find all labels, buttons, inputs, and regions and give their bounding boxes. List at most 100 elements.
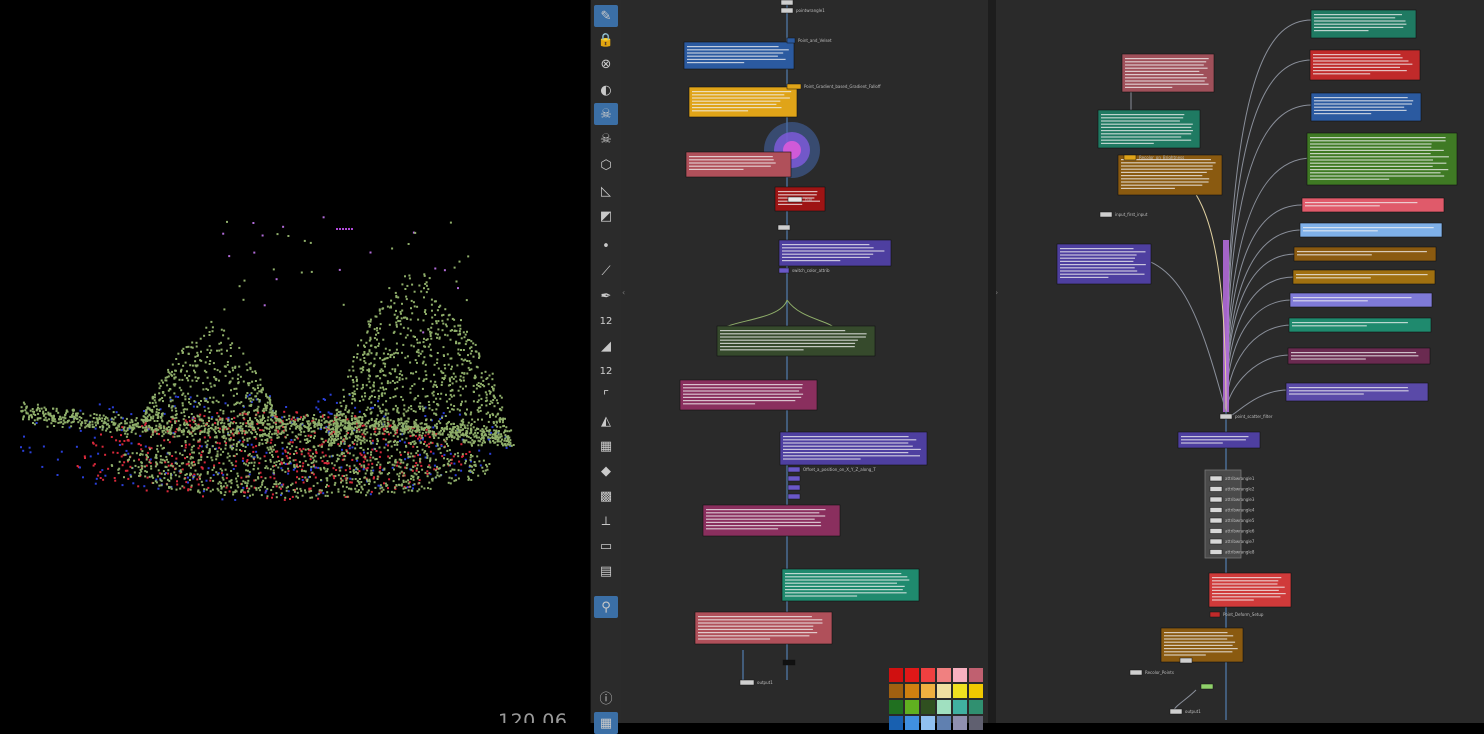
color-swatch[interactable] <box>953 668 967 682</box>
color-swatch[interactable] <box>889 668 903 682</box>
sticky-note[interactable] <box>1287 347 1431 365</box>
network-node[interactable]: Offset_a_position_on_X_Y_Z_along_T <box>787 466 876 473</box>
network-node[interactable] <box>1179 657 1193 664</box>
paint-icon[interactable]: ◢ <box>594 335 618 357</box>
color-swatch[interactable] <box>905 684 919 698</box>
color-swatch[interactable] <box>937 668 951 682</box>
network-node[interactable] <box>787 484 801 491</box>
network-node[interactable]: point_scatter_filter <box>1219 413 1273 420</box>
sticky-note-purple[interactable] <box>778 239 892 267</box>
network-node[interactable]: Point_and_Velset <box>786 37 832 44</box>
sticky-note-rose[interactable] <box>694 611 833 645</box>
network-node[interactable] <box>787 493 801 500</box>
sticky-note-green[interactable] <box>716 325 876 357</box>
network-node[interactable]: attribwrangle3 <box>1209 496 1255 503</box>
sticky-note[interactable] <box>1292 269 1436 285</box>
sticky-note[interactable] <box>1299 222 1443 238</box>
color-swatch[interactable] <box>953 700 967 714</box>
color-swatch[interactable] <box>921 684 935 698</box>
network-node[interactable]: Point_Gradient_based_Gradient_Falloff <box>786 83 881 90</box>
color-swatch[interactable] <box>921 716 935 730</box>
sticky-note[interactable] <box>1289 292 1433 308</box>
sticky-note[interactable] <box>1301 197 1445 213</box>
close-circle-icon[interactable]: ⊗ <box>594 53 618 75</box>
checker-icon[interactable]: ▦ <box>594 435 618 457</box>
color-swatch[interactable] <box>969 716 983 730</box>
point-icon[interactable]: • <box>594 235 618 257</box>
sphere-icon[interactable]: ◐ <box>594 79 618 101</box>
sticky-note-orange[interactable] <box>1160 627 1244 663</box>
terrain-icon[interactable]: ▩ <box>594 485 618 507</box>
network-node[interactable] <box>1200 683 1214 690</box>
color-swatch[interactable] <box>969 668 983 682</box>
collapse-left-arrow-icon[interactable]: ‹ <box>622 288 625 297</box>
sticky-note-purple[interactable] <box>1177 431 1261 449</box>
color-swatch[interactable] <box>937 684 951 698</box>
skull-display-icon[interactable]: ☠ <box>594 103 618 125</box>
sticky-note-rose[interactable] <box>1121 53 1215 93</box>
3d-viewport[interactable]: 120.06 <box>0 0 590 723</box>
sticky-note[interactable] <box>1293 246 1437 262</box>
sticky-note-magenta[interactable] <box>702 504 841 537</box>
color-swatch[interactable] <box>953 684 967 698</box>
network-node[interactable]: Point_Deform_Setup <box>1209 611 1264 618</box>
network-editor-left[interactable]: pointwrangle1 Point_and_Velset Point_Gradi… <box>621 0 988 723</box>
sticky-note-teal[interactable] <box>1097 109 1201 149</box>
color-swatch[interactable] <box>921 668 935 682</box>
network-node[interactable]: pointwrangle1 <box>780 7 825 14</box>
point-number-icon[interactable]: 12 <box>594 310 618 332</box>
network-node[interactable]: Recolor_on_Brightness <box>1123 154 1184 161</box>
color-swatch[interactable] <box>969 700 983 714</box>
sticky-note-purple[interactable] <box>779 431 928 466</box>
sticky-note[interactable] <box>1310 9 1417 39</box>
frame-icon[interactable]: ▭ <box>594 535 618 557</box>
panel-splitter[interactable] <box>988 0 996 723</box>
mesh-display-icon[interactable]: ⬡ <box>594 154 618 176</box>
sticky-note[interactable] <box>1288 317 1432 333</box>
cube-icon[interactable]: ◆ <box>594 460 618 482</box>
brush-icon[interactable]: ⟋ <box>594 260 618 282</box>
color-swatch[interactable] <box>889 716 903 730</box>
lock-icon[interactable]: 🔒 <box>594 29 618 51</box>
color-swatch[interactable] <box>921 700 935 714</box>
color-swatch[interactable] <box>937 716 951 730</box>
sticky-note-rose[interactable] <box>685 151 792 178</box>
sticky-note-purple[interactable] <box>1056 243 1152 285</box>
network-node[interactable]: attribwrangle7 <box>1209 538 1255 545</box>
pen-icon[interactable]: ✒ <box>594 285 618 307</box>
sticky-note-orange[interactable] <box>1117 154 1223 196</box>
image-icon[interactable]: ▤ <box>594 560 618 582</box>
network-node[interactable]: null <box>787 196 812 203</box>
collapse-right-arrow-icon[interactable]: › <box>996 288 998 297</box>
color-swatch[interactable] <box>889 700 903 714</box>
color-swatch[interactable] <box>905 668 919 682</box>
point-cloud[interactable] <box>0 0 590 723</box>
network-node[interactable] <box>782 659 796 666</box>
sticky-note[interactable] <box>1306 132 1458 186</box>
network-editor-right[interactable]: Recolor_on_Brightness input_first_inputpo… <box>996 0 1484 723</box>
camera-view-icon[interactable]: ◺ <box>594 180 618 202</box>
node-graph-left[interactable]: pointwrangle1 Point_and_Velset Point_Gradi… <box>621 0 988 723</box>
color-swatch[interactable] <box>953 716 967 730</box>
network-node[interactable]: output1 <box>739 679 773 686</box>
sticky-note[interactable] <box>1310 92 1422 122</box>
network-node[interactable]: Recolor_Points <box>1129 669 1174 676</box>
network-node[interactable] <box>780 0 794 6</box>
network-node[interactable]: output1 <box>1169 708 1201 715</box>
sticky-note-magenta[interactable] <box>679 379 818 411</box>
sticky-note-red[interactable] <box>1208 572 1292 608</box>
network-node[interactable]: switch_color_attrib <box>778 267 830 274</box>
node-chain-box[interactable] <box>1204 469 1242 559</box>
color-swatch[interactable] <box>905 716 919 730</box>
network-node[interactable] <box>787 475 801 482</box>
network-node[interactable]: attribwrangle2 <box>1209 486 1255 492</box>
color-swatch[interactable] <box>889 684 903 698</box>
camera-flip-icon[interactable]: ◩ <box>594 205 618 227</box>
info-icon[interactable]: ⓘ <box>594 686 618 708</box>
sticky-note-yellow[interactable] <box>688 86 798 118</box>
sticky-note-teal[interactable] <box>781 568 920 602</box>
sticky-note[interactable] <box>1309 49 1421 81</box>
network-node[interactable]: input_first_input <box>1099 211 1148 218</box>
grid-layout-icon[interactable]: ▦ <box>594 712 618 734</box>
network-node[interactable]: attribwrangle8 <box>1209 549 1255 555</box>
